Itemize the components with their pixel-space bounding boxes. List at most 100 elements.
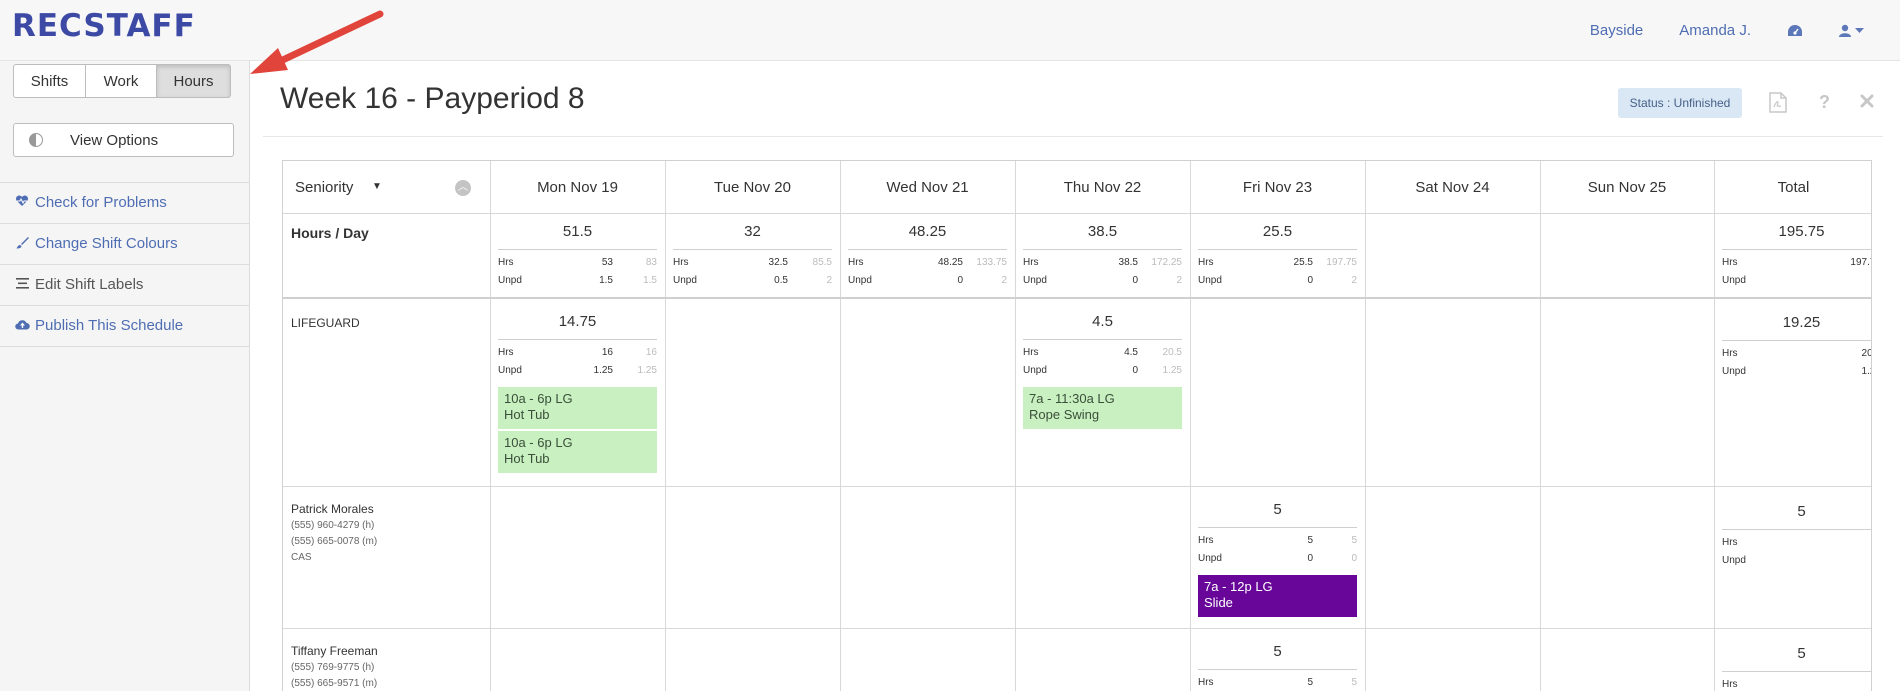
hours-stats: Hrs 5 (1722, 671, 1871, 691)
day-cell-fri: 5 Hrs 5 5 (1198, 643, 1357, 691)
sidebar: Shifts Work Hours View Options Check for… (0, 61, 250, 691)
paintbrush-icon (15, 236, 29, 252)
cloud-upload-icon (15, 318, 30, 333)
sidebar-item-change-colours[interactable]: Change Shift Colours (15, 235, 178, 252)
header-divider (263, 136, 1883, 137)
shift-block[interactable]: 7a - 12p LG Slide (1198, 575, 1357, 617)
day-hours-total: 5 (1273, 643, 1282, 660)
tab-work[interactable]: Work (86, 64, 157, 98)
shift-place: Hot Tub (504, 451, 550, 466)
day-hours-total: 51.5 (562, 223, 593, 240)
hrs-label: Hrs (498, 346, 514, 358)
phone-mobile: (555) 665-9571 (m) (291, 678, 378, 689)
hrs-label: Hrs (1023, 346, 1039, 358)
day-summary-cell: 32 Hrs 32.5 85.5 Unpd 0.5 2 (673, 223, 832, 289)
day-header-sat: Sat Nov 24 (1415, 179, 1490, 196)
tab-shifts[interactable]: Shifts (13, 64, 86, 98)
unpd-label: Unpd (1023, 364, 1047, 376)
close-icon[interactable] (1860, 92, 1874, 114)
unpd-cumulative: 2 (826, 274, 832, 286)
unpd-label: Unpd (1023, 274, 1047, 286)
unpd-value: 0 (1132, 364, 1138, 376)
week-hours-total: 5 (1797, 645, 1806, 662)
heartbeat-icon (15, 195, 29, 210)
user-menu-toggle[interactable] (1839, 24, 1864, 37)
app-logo[interactable]: RECSTAFF (12, 8, 196, 44)
unpd-label: Unpd (498, 274, 522, 286)
day-summary-cell: 48.25 Hrs 48.25 133.75 Unpd 0 2 (848, 223, 1007, 289)
unpd-value: 0 (1132, 274, 1138, 286)
grid-line (283, 297, 1871, 299)
sidebar-divider (0, 305, 250, 306)
total-cell: 5 Hrs 5 Unpd 0 (1722, 503, 1871, 569)
phone-mobile: (555) 665-0078 (m) (291, 536, 378, 547)
day-hours-total: 5 (1273, 501, 1282, 518)
hrs-cumulative: 20.5 (1162, 346, 1182, 358)
hrs-value: 197.75 (1850, 256, 1871, 268)
sidebar-item-publish[interactable]: Publish This Schedule (15, 317, 183, 334)
shift-block[interactable]: 10a - 6p LG Hot Tub (498, 431, 657, 473)
sidebar-item-check-problems[interactable]: Check for Problems (15, 194, 167, 211)
sort-select[interactable]: Seniority (295, 179, 353, 196)
grid-line (1015, 161, 1016, 691)
hrs-value: 38.5 (1118, 256, 1138, 268)
sidebar-item-label: Publish This Schedule (35, 317, 184, 334)
grid-line (1365, 161, 1366, 691)
employee-contact: (555) 960-4279 (h) (555) 665-0078 (m) CA… (291, 518, 377, 566)
hrs-label: Hrs (1198, 534, 1214, 546)
day-cell-mon: 14.75 Hrs 16 16 Unpd 1.25 1.25 10a - 6p LG H… (498, 313, 657, 475)
phone-home: (555) 769-9775 (h) (291, 662, 375, 673)
row-label-hours-day: Hours / Day (291, 225, 369, 241)
sidebar-divider (0, 264, 250, 265)
annotation-arrow-icon (250, 10, 384, 74)
sidebar-item-label: Edit Shift Labels (35, 276, 144, 293)
hrs-label: Hrs (673, 256, 689, 268)
status-badge[interactable]: Status : Unfinished (1618, 88, 1742, 118)
hrs-value: 20.5 (1861, 347, 1872, 359)
shift-block[interactable]: 7a - 11:30a LG Rope Swing (1023, 387, 1182, 429)
shift-block[interactable]: 10a - 6p LG Hot Tub (498, 387, 657, 429)
hours-stats: Hrs 16 16 Unpd 1.25 1.25 (498, 339, 657, 379)
unpd-value: 1.25 (1861, 365, 1871, 377)
shift-time: 7a - 11:30a LG (1029, 391, 1115, 406)
tab-hours[interactable]: Hours (157, 64, 231, 98)
unpd-cumulative: 2 (1351, 274, 1357, 286)
week-hours-total: 19.25 (1782, 314, 1821, 331)
lines-icon (15, 277, 29, 292)
grid-line (283, 213, 1871, 214)
pdf-icon[interactable] (1769, 92, 1787, 119)
hours-stats: Hrs 20.5 Unpd 1.25 (1722, 340, 1872, 380)
dashboard-icon[interactable] (1787, 24, 1803, 38)
hrs-value: 5 (1802, 537, 1871, 548)
hrs-value: 4.5 (1124, 346, 1138, 358)
unpd-value: 0 (957, 274, 963, 286)
day-summary-cell: 38.5 Hrs 38.5 172.25 Unpd 0 2 (1023, 223, 1182, 289)
location-link[interactable]: Bayside (1590, 22, 1643, 39)
hrs-value: 5 (1307, 534, 1313, 546)
grid-line (283, 486, 1871, 487)
hrs-label: Hrs (1722, 536, 1738, 548)
day-hours-total: 32 (744, 223, 761, 240)
hrs-value: 5 (1802, 679, 1871, 690)
view-options-button[interactable]: View Options (13, 123, 234, 157)
help-icon[interactable]: ? (1819, 92, 1830, 113)
collapse-up-icon[interactable]: ︿ (455, 180, 471, 196)
grid-line (1190, 161, 1191, 691)
employee-name[interactable]: Patrick Morales (291, 502, 374, 516)
caret-down-icon[interactable]: ▼ (372, 181, 382, 192)
hrs-cumulative: 133.75 (976, 256, 1007, 268)
employee-name[interactable]: Tiffany Freeman (291, 644, 378, 658)
sidebar-item-edit-labels[interactable]: Edit Shift Labels (15, 276, 143, 293)
hrs-value: 5 (1307, 676, 1313, 688)
day-header-sun: Sun Nov 25 (1587, 179, 1667, 196)
unpd-cumulative: 1.25 (1162, 364, 1182, 376)
sidebar-item-label: Check for Problems (35, 194, 167, 211)
shift-time: 7a - 12p LG (1204, 579, 1273, 594)
week-hours-total: 5 (1797, 503, 1806, 520)
unpd-cumulative: 2 (1001, 274, 1007, 286)
shift-time: 10a - 6p LG (504, 391, 573, 406)
view-options-label: View Options (70, 131, 159, 149)
hrs-cumulative: 16 (645, 346, 657, 358)
user-name-link[interactable]: Amanda J. (1679, 22, 1751, 39)
hrs-label: Hrs (1198, 676, 1214, 688)
